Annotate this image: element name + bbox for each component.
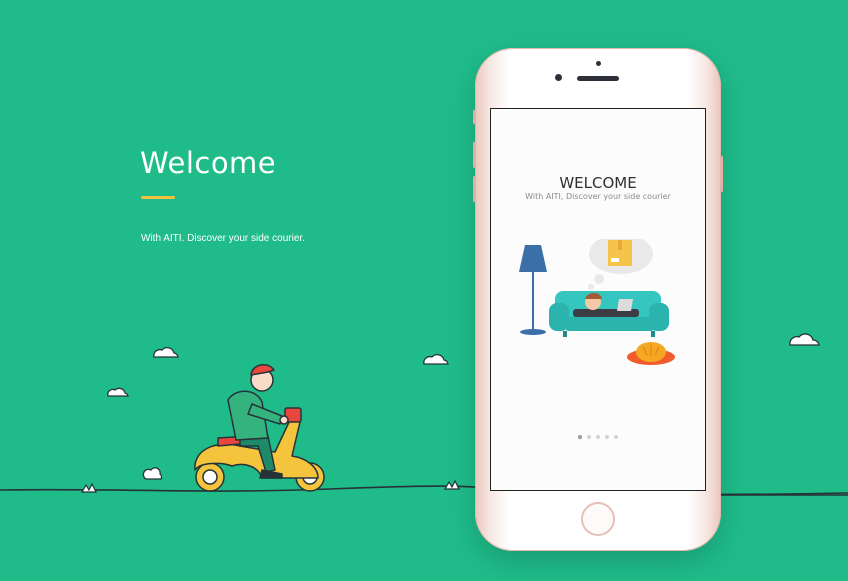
lamp-illustration	[519, 245, 547, 335]
cloud-icon	[107, 387, 129, 397]
phone-speaker	[577, 76, 619, 81]
power-button	[720, 156, 723, 192]
cloud-icon	[789, 333, 820, 346]
cloud-icon	[142, 467, 163, 480]
sofa-illustration	[549, 291, 669, 337]
page-dot[interactable]	[578, 435, 582, 439]
grass-icon	[443, 479, 460, 490]
page-dot[interactable]	[605, 435, 609, 439]
package-bubble-icon	[588, 239, 653, 290]
volume-button	[473, 176, 476, 202]
screen-subtitle: With AITI, Discover your side courier	[525, 192, 671, 201]
scooter-rider-illustration	[194, 363, 325, 492]
grass-icon	[80, 482, 97, 493]
home-button[interactable]	[581, 502, 615, 536]
phone-screen: WELCOME With AITI, Discover your side co…	[490, 108, 706, 491]
cloud-icon	[423, 354, 449, 365]
hero-title: Welcome	[140, 146, 277, 180]
page-dot[interactable]	[596, 435, 600, 439]
title-underline	[141, 196, 175, 199]
page-indicator[interactable]	[491, 435, 705, 439]
hero-subtitle: With AITI. Discover your side courier.	[141, 233, 305, 244]
page-dot[interactable]	[587, 435, 591, 439]
phone-sensor	[596, 61, 601, 66]
phone-mockup: WELCOME With AITI, Discover your side co…	[473, 48, 723, 551]
volume-button	[473, 142, 476, 168]
page-dot[interactable]	[614, 435, 618, 439]
phone-camera	[555, 74, 562, 81]
cat-icon	[627, 342, 675, 365]
onboarding-illustration	[519, 239, 675, 365]
cloud-icon	[153, 347, 179, 358]
volume-button	[473, 110, 476, 124]
screen-title: WELCOME	[559, 174, 637, 192]
